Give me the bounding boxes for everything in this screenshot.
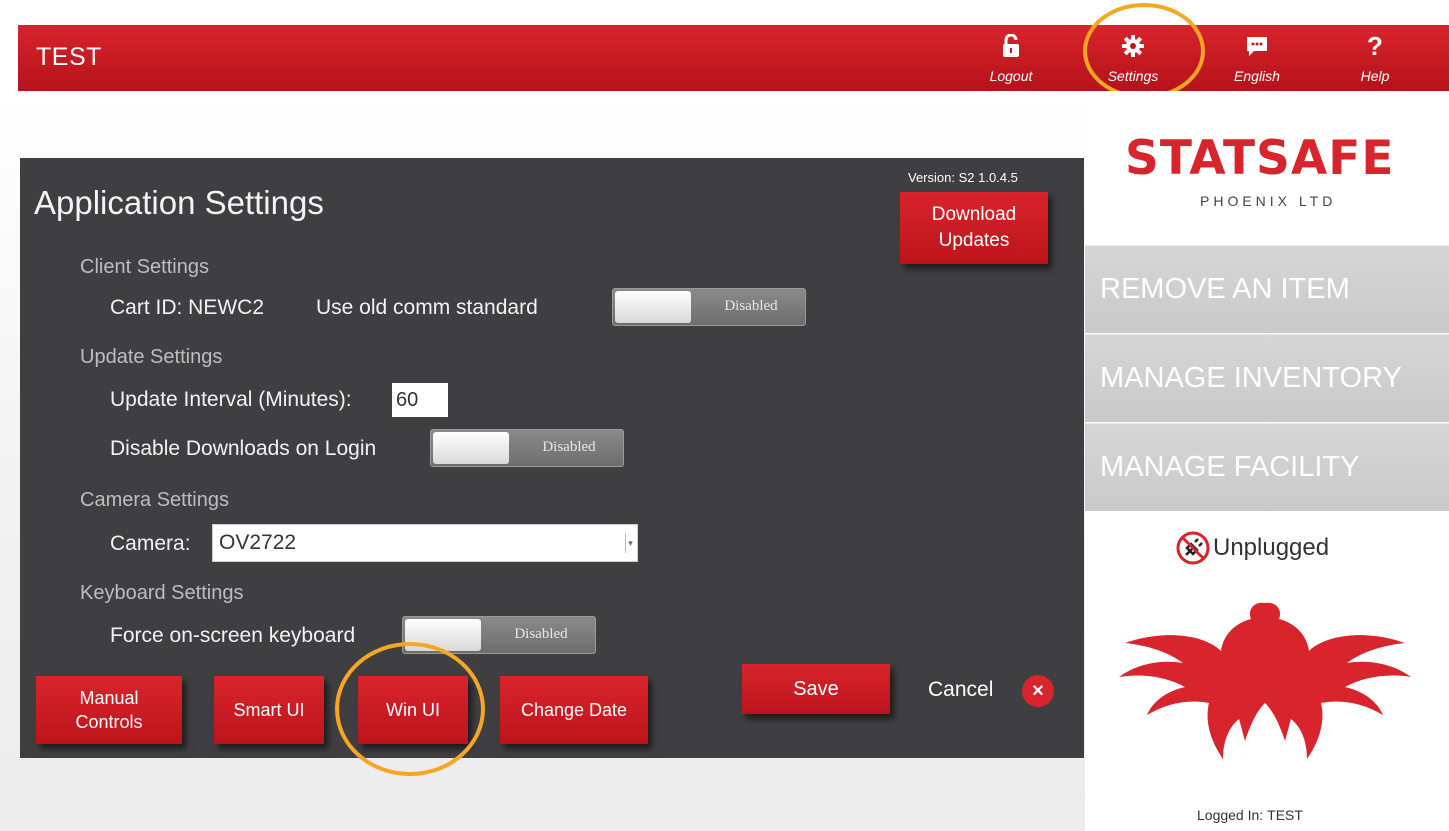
lock-icon [968,34,1054,58]
cancel-label[interactable]: Cancel [928,678,993,702]
logged-in-user: TEST [1267,807,1303,823]
update-interval-input[interactable] [392,383,448,417]
question-mark-icon: ? [1367,31,1383,61]
download-updates-button[interactable]: Download Updates [900,192,1048,264]
logged-in-label: Logged In: [1197,807,1264,823]
old-comm-toggle[interactable]: Disabled [612,288,806,326]
close-icon[interactable]: × [1022,675,1054,707]
right-sidebar: STATSAFE PHOENIX LTD REMOVE AN ITEM MANA… [1085,91,1449,831]
language-label: English [1234,68,1280,84]
header-bar: TEST Logout Settings English ? Help [18,25,1449,91]
chat-bubble-icon [1214,34,1300,58]
status-panel: Unplugged Logged In: TEST [1085,511,1449,831]
update-settings-heading: Update Settings [80,346,223,368]
help-button[interactable]: ? Help [1332,25,1418,91]
client-settings-heading: Client Settings [80,256,209,278]
update-interval-label: Update Interval (Minutes): [110,388,352,411]
app-title: TEST [36,43,102,71]
change-date-button[interactable]: Change Date [500,676,648,744]
cart-id-label: Cart ID: NEWC2 [110,296,265,319]
help-label: Help [1360,68,1390,84]
gear-icon [1090,34,1176,58]
language-button[interactable]: English [1214,25,1300,91]
logout-button[interactable]: Logout [968,25,1054,91]
version-label: Version: S2 1.0.4.5 [908,170,1018,185]
save-button[interactable]: Save [742,664,890,714]
camera-label: Camera: [110,532,191,555]
chevron-down-icon: ▾ [625,533,635,553]
camera-selected-value: OV2722 [219,531,297,554]
toggle-state: Disabled [542,439,596,455]
camera-settings-heading: Camera Settings [80,489,229,511]
logged-in-status: Logged In: TEST [1197,807,1303,823]
phoenix-logo [1105,573,1425,788]
menu-manage-facility[interactable]: MANAGE FACILITY [1085,423,1449,511]
settings-dialog: Application Settings Version: S2 1.0.4.5… [20,158,1084,758]
menu-manage-inventory[interactable]: MANAGE INVENTORY [1085,334,1449,422]
settings-button[interactable]: Settings [1090,25,1176,91]
settings-label: Settings [1107,68,1159,84]
toggle-state: Disabled [514,626,568,642]
logout-label: Logout [989,68,1033,84]
keyboard-settings-heading: Keyboard Settings [80,582,244,604]
win-ui-button[interactable]: Win UI [358,676,468,744]
dialog-title: Application Settings [34,184,324,221]
camera-select[interactable]: OV2722 ▾ [212,524,638,562]
logo-subtitle: PHOENIX LTD [1200,193,1337,209]
force-keyboard-label: Force on-screen keyboard [110,624,356,647]
connection-status: Unplugged [1213,534,1330,561]
smart-ui-button[interactable]: Smart UI [214,676,324,744]
manual-controls-button[interactable]: Manual Controls [36,676,182,744]
disable-downloads-label: Disable Downloads on Login [110,437,377,460]
statsafe-logo: STATSAFE [1125,131,1395,186]
force-keyboard-toggle[interactable]: Disabled [402,616,596,654]
toggle-knob [615,291,691,323]
old-comm-label: Use old comm standard [316,296,538,319]
disable-downloads-toggle[interactable]: Disabled [430,429,624,467]
toggle-knob [433,432,509,464]
toggle-state: Disabled [724,298,778,314]
unplugged-icon [1176,531,1210,570]
menu-remove-item[interactable]: REMOVE AN ITEM [1085,245,1449,333]
toggle-knob [405,619,481,651]
